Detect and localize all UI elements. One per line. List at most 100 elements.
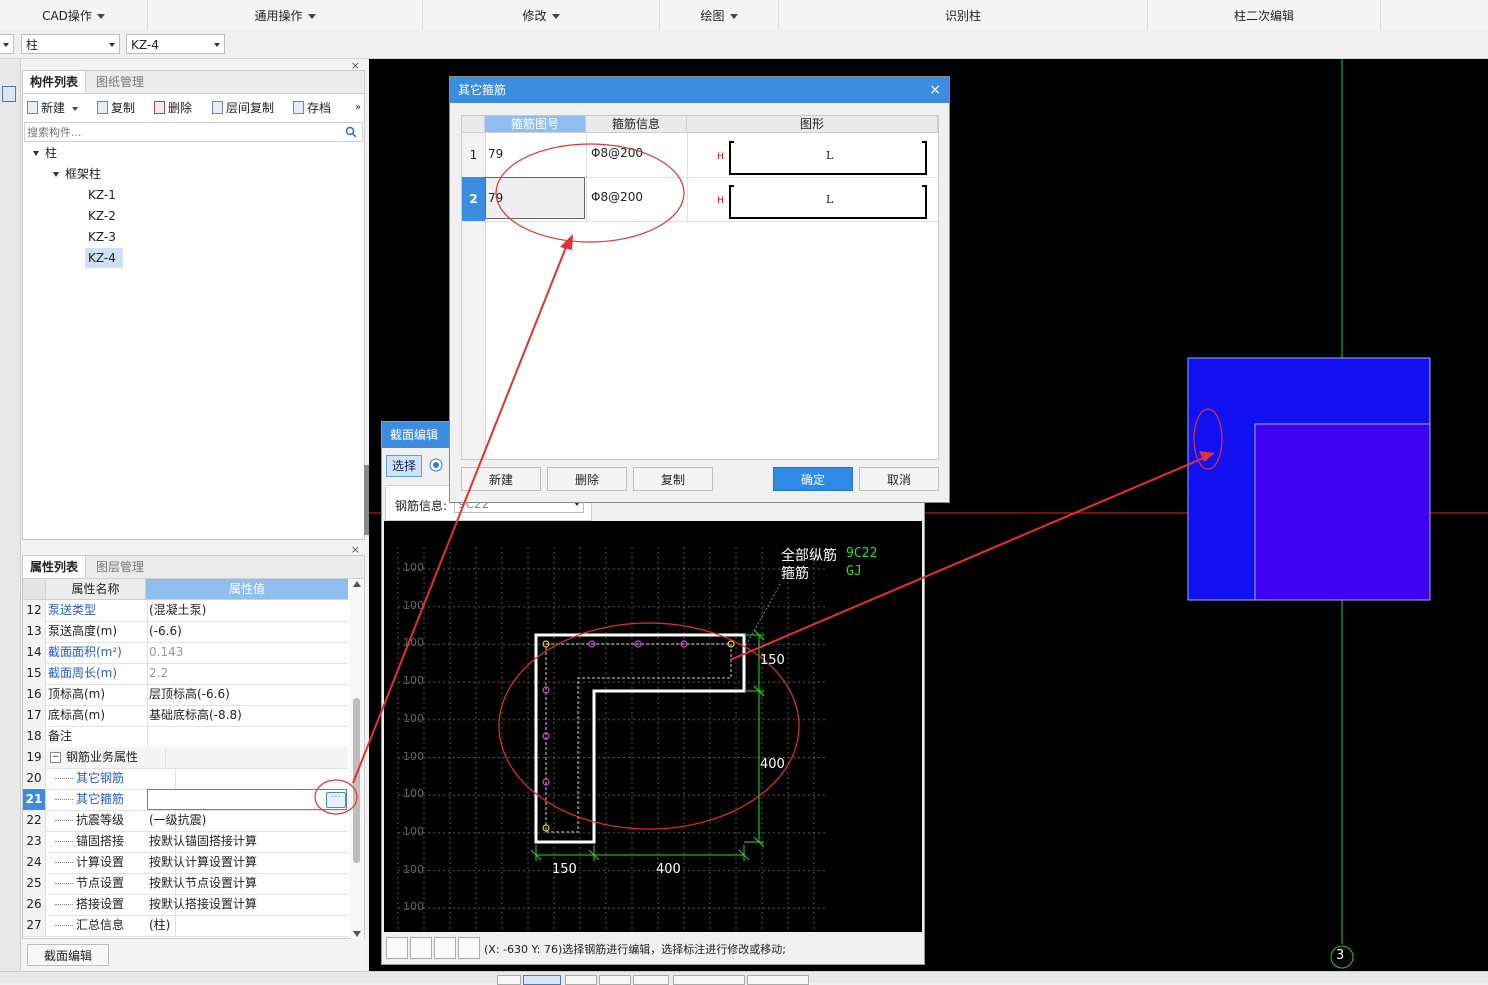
annotation-all-rebar[interactable]: 全部纵筋 [781, 545, 837, 565]
floor-select[interactable] [0, 34, 14, 54]
tree-item-kz3[interactable]: KZ-3 [85, 227, 119, 247]
component-select[interactable]: KZ-4 [126, 34, 225, 54]
annotation-stirrup-value[interactable]: GJ [846, 564, 862, 579]
new-button[interactable]: 新建 [27, 99, 78, 117]
property-row[interactable]: 21 其它箍筋 ··· [23, 789, 348, 811]
collapse-icon[interactable]: − [50, 752, 61, 763]
copy-button[interactable]: 复制 [633, 467, 713, 491]
ok-button[interactable]: 确定 [773, 467, 853, 491]
property-row[interactable]: 17 底标高(m) 基础底标高(-8.8) [23, 705, 348, 727]
property-row[interactable]: 14 截面面积(m²) 0.143 [23, 642, 348, 664]
property-row[interactable]: 18 备注 [23, 726, 348, 748]
property-value[interactable]: 按默认节点设置计算 [147, 873, 348, 894]
new-button[interactable]: 新建 [461, 467, 541, 491]
property-value[interactable]: 按默认锚固搭接计算 [147, 831, 348, 852]
close-icon[interactable]: × [929, 82, 941, 98]
dim-label-right[interactable]: 400 [760, 757, 785, 772]
property-row[interactable]: 24 计算设置 按默认计算设置计算 [23, 852, 348, 874]
scroll-down-icon[interactable] [353, 931, 361, 937]
shape-h-label: H [717, 152, 724, 162]
perpendicular-icon[interactable] [434, 937, 456, 959]
status-tool-icon[interactable] [673, 975, 745, 985]
property-value[interactable] [147, 726, 348, 747]
ellipsis-button-icon[interactable]: ··· [326, 792, 346, 808]
property-value[interactable]: (-6.6) [147, 621, 348, 642]
delete-button[interactable]: 删除 [547, 467, 627, 491]
tree-item-kz4-selected[interactable]: KZ-4 [85, 248, 123, 268]
tree-item-kz1[interactable]: KZ-1 [85, 185, 119, 205]
property-row[interactable]: 27 汇总信息 (柱) [23, 915, 348, 937]
property-row[interactable]: 25 节点设置 按默认节点设置计算 [23, 873, 348, 895]
property-scrollbar[interactable] [350, 579, 364, 939]
status-tool-icon[interactable] [565, 975, 597, 985]
tab-component-list[interactable]: 构件列表 [23, 71, 87, 93]
property-value[interactable]: 0.143 [147, 642, 348, 663]
status-tool-icon[interactable] [747, 975, 809, 985]
line-snap-icon[interactable] [410, 937, 432, 959]
status-tool-icon[interactable] [497, 975, 521, 985]
section-edit-button[interactable]: 截面编辑 [27, 944, 109, 966]
property-panel-frame: × 属性列表 图层管理 属性名称 属性值 12 泵送类型 (混凝土泵) 13 泵送高度(… [21, 541, 366, 971]
property-value[interactable] [147, 768, 348, 789]
dimension-icon[interactable] [458, 937, 480, 959]
property-row[interactable]: 12 泵送类型 (混凝土泵) [23, 600, 348, 622]
ortho-icon[interactable] [386, 937, 408, 959]
tab-drawing-manager[interactable]: 图纸管理 [89, 71, 151, 93]
property-value[interactable]: 层顶标高(-6.6) [147, 684, 348, 705]
section-drawing-area[interactable]: 100 100 100 100 100 100 100 100 100 100 全部纵筋 9C22… [384, 521, 922, 932]
dim-label-bottom-left[interactable]: 150 [552, 862, 577, 877]
property-value[interactable] [147, 747, 348, 768]
menu-column-edit[interactable]: 柱二次编辑 [1148, 0, 1381, 30]
tab-property-list[interactable]: 属性列表 [23, 556, 87, 578]
property-row[interactable]: 13 泵送高度(m) (-6.6) [23, 621, 348, 643]
property-row[interactable]: 19 钢筋业务属性 − [23, 747, 348, 769]
tab-layer-manager[interactable]: 图层管理 [89, 556, 151, 578]
status-tool-icon[interactable] [523, 975, 561, 985]
scroll-up-icon[interactable] [353, 581, 361, 587]
property-row[interactable]: 15 截面周长(m) 2.2 [23, 663, 348, 685]
more-icon[interactable]: » [355, 99, 361, 117]
col-header-shape[interactable]: 图形 [687, 116, 938, 133]
property-value[interactable]: 按默认搭接设置计算 [147, 894, 348, 915]
tree-group[interactable]: 框架柱 [53, 164, 101, 184]
cancel-button[interactable]: 取消 [859, 467, 939, 491]
menu-draw[interactable]: 绘图 [660, 0, 779, 30]
dim-label-top-right[interactable]: 150 [760, 653, 785, 668]
property-row[interactable]: 23 锚固搭接 按默认锚固搭接计算 [23, 831, 348, 853]
property-row[interactable]: 20 其它钢筋 [23, 768, 348, 790]
copy-button[interactable]: 复制 [97, 99, 135, 117]
dim-label-bottom-right[interactable]: 400 [656, 862, 681, 877]
property-row[interactable]: 22 抗震等级 (一级抗震) [23, 810, 348, 832]
property-value[interactable]: 基础底标高(-8.8) [147, 705, 348, 726]
menu-general-ops[interactable]: 通用操作 [148, 0, 423, 30]
scroll-thumb[interactable] [353, 698, 360, 863]
property-row[interactable]: 26 搭接设置 按默认搭接设置计算 [23, 894, 348, 916]
menu-identify-column[interactable]: 识别柱 [779, 0, 1148, 30]
property-row[interactable]: 16 顶标高(m) 层顶标高(-6.6) [23, 684, 348, 706]
menu-cad-ops[interactable]: CAD操作 [0, 0, 148, 30]
annotation-all-rebar-value[interactable]: 9C22 [846, 546, 877, 561]
delete-button[interactable]: 删除 [154, 99, 192, 117]
archive-button[interactable]: 存档 [293, 99, 331, 117]
select-button[interactable]: 选择 [386, 455, 422, 477]
status-tool-icon[interactable] [599, 975, 631, 985]
search-box[interactable] [24, 122, 363, 142]
property-value[interactable]: (柱) [147, 915, 348, 936]
property-value[interactable]: (混凝土泵) [147, 600, 348, 621]
property-value[interactable]: 按默认计算设置计算 [147, 852, 348, 873]
tree-root[interactable]: 柱 [33, 143, 57, 163]
property-value[interactable] [147, 789, 347, 810]
property-value[interactable]: 2.2 [147, 663, 348, 684]
property-value[interactable]: (一级抗震) [147, 810, 348, 831]
tree-item-kz2[interactable]: KZ-2 [85, 206, 119, 226]
dock-icon[interactable] [2, 86, 16, 102]
menu-modify[interactable]: 修改 [423, 0, 660, 30]
col-header-code[interactable]: 箍筋图号 [485, 116, 586, 133]
search-input[interactable] [25, 123, 329, 141]
type-select[interactable]: 柱 [21, 34, 120, 54]
status-tool-icon[interactable] [633, 975, 669, 985]
annotation-stirrup[interactable]: 箍筋 [781, 563, 809, 583]
floor-copy-button[interactable]: 层间复制 [212, 99, 274, 117]
col-header-info[interactable]: 箍筋信息 [586, 116, 687, 133]
radio-icon[interactable] [429, 458, 443, 472]
